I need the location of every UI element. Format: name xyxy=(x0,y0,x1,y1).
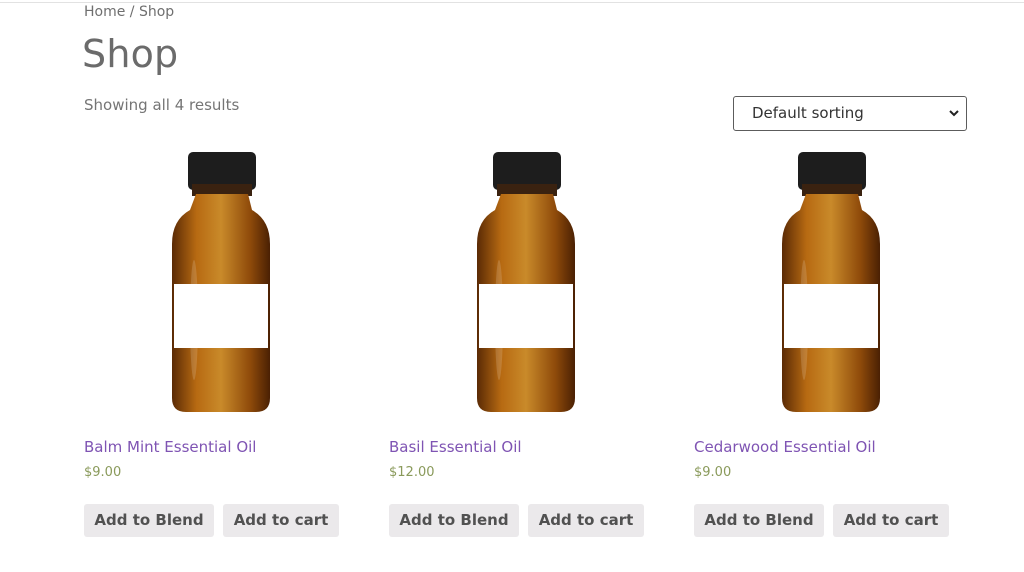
product-title-link[interactable]: Balm Mint Essential Oil xyxy=(84,438,256,456)
product-card: Balm Mint Essential Oil $9.00 Add to Ble… xyxy=(84,140,344,560)
add-to-cart-button[interactable]: Add to cart xyxy=(833,504,949,537)
product-title-link[interactable]: Basil Essential Oil xyxy=(389,438,522,456)
add-to-cart-button[interactable]: Add to cart xyxy=(528,504,644,537)
product-image[interactable] xyxy=(694,140,954,420)
result-count: Showing all 4 results xyxy=(84,96,240,114)
product-title-link[interactable]: Cedarwood Essential Oil xyxy=(694,438,876,456)
add-to-blend-button[interactable]: Add to Blend xyxy=(694,504,824,537)
product-price: $9.00 xyxy=(694,465,732,480)
breadcrumb-separator: / xyxy=(125,4,139,20)
product-image[interactable] xyxy=(84,140,344,420)
breadcrumb-home-link[interactable]: Home xyxy=(84,4,125,20)
add-to-blend-button[interactable]: Add to Blend xyxy=(389,504,519,537)
product-card: Cedarwood Essential Oil $9.00 Add to Ble… xyxy=(694,140,954,560)
add-to-blend-button[interactable]: Add to Blend xyxy=(84,504,214,537)
product-price: $9.00 xyxy=(84,465,122,480)
sort-select[interactable]: Default sorting xyxy=(733,96,967,131)
product-price: $12.00 xyxy=(389,465,435,480)
sort-selected-value: Default sorting xyxy=(752,104,864,122)
product-image[interactable] xyxy=(389,140,649,420)
breadcrumb: Home / Shop xyxy=(84,4,174,20)
header-divider xyxy=(0,2,1024,3)
chevron-down-icon xyxy=(948,97,960,143)
breadcrumb-current: Shop xyxy=(138,4,175,20)
product-card: Basil Essential Oil $12.00 Add to Blend … xyxy=(389,140,649,560)
add-to-cart-button[interactable]: Add to cart xyxy=(223,504,339,537)
page-title: Shop xyxy=(82,32,179,76)
